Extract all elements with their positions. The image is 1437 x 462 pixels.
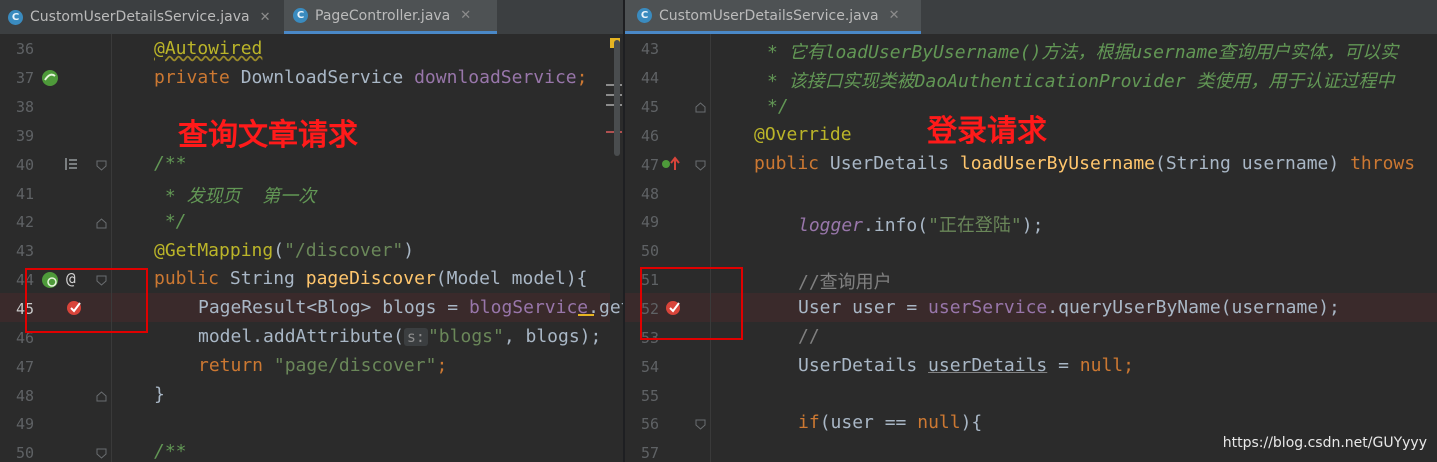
line-number: 47 (640, 156, 659, 174)
java-class-icon: C (8, 9, 23, 25)
line-number: 41 (15, 185, 34, 203)
tab-custom-user-details-service[interactable]: C CustomUserDetailsService.java ✕ (625, 0, 921, 34)
fold-marker-icon[interactable] (96, 160, 107, 171)
fold-marker-icon[interactable] (96, 448, 107, 459)
fold-marker-icon[interactable] (695, 160, 706, 171)
line-number: 39 (15, 127, 34, 145)
right-editor-pane: C CustomUserDetailsService.java ✕ 43 44 … (625, 0, 1437, 462)
line-number: 48 (640, 185, 659, 203)
line-number: 47 (15, 358, 34, 376)
code-line-40[interactable]: /** (154, 153, 187, 174)
line-number: 48 (15, 387, 34, 405)
code-line-46[interactable]: model.addAttribute(s: "blogs", blogs); (198, 326, 601, 347)
code-line-51[interactable]: //查询用户 (798, 268, 892, 294)
code-line-44[interactable]: * 该接口实现类被DaoAuthenticationProvider 类使用，用… (767, 67, 1394, 93)
line-number: 37 (15, 69, 34, 87)
line-number: 43 (15, 242, 34, 260)
code-line-45[interactable]: */ (767, 96, 789, 117)
line-number: 45 (640, 98, 659, 116)
line-number: 50 (640, 242, 659, 260)
line-number: 36 (15, 40, 34, 58)
annotation-box-right (640, 267, 743, 340)
watermark-text: https://blog.csdn.net/GUYyyy (1222, 435, 1427, 451)
line-number: 40 (15, 156, 34, 174)
close-tab-icon[interactable]: ✕ (889, 8, 900, 23)
code-line-54[interactable]: UserDetails userDetails = null; (798, 355, 1134, 376)
annotation-login-request: 登录请求 (927, 114, 1047, 149)
tab-label: PageController.java (315, 7, 451, 24)
line-number: 42 (15, 213, 34, 231)
vertical-scrollbar[interactable] (614, 40, 620, 156)
code-line-46[interactable]: @Override (754, 124, 852, 145)
line-number: 50 (15, 444, 34, 462)
tab-label: CustomUserDetailsService.java (659, 7, 879, 24)
annotation-box-left (25, 268, 148, 333)
code-line-36[interactable]: @Autowired (154, 38, 262, 59)
code-line-43[interactable]: @GetMapping("/discover") (154, 240, 414, 261)
line-number: 44 (640, 69, 659, 87)
cursor-caret-marker (578, 314, 594, 316)
code-line-37[interactable]: private DownloadService downloadService; (154, 67, 588, 88)
right-tab-bar: C CustomUserDetailsService.java ✕ (625, 0, 1437, 35)
code-line-47[interactable]: public UserDetails loadUserByUsername(St… (754, 153, 1415, 174)
override-method-icon[interactable] (661, 155, 681, 173)
fold-marker-icon[interactable] (96, 391, 107, 402)
line-number: 49 (640, 213, 659, 231)
tab-custom-user-details-service[interactable]: C CustomUserDetailsService.java ✕ (0, 0, 290, 34)
line-number: 57 (640, 444, 659, 462)
line-number: 38 (15, 98, 34, 116)
code-line-43[interactable]: * 它有loadUserByUsername()方法，根据username查询用… (767, 38, 1398, 64)
code-line-42[interactable]: */ (154, 211, 187, 232)
tab-label: CustomUserDetailsService.java (30, 9, 250, 25)
code-line-48[interactable]: } (154, 384, 165, 405)
line-number: 56 (640, 415, 659, 433)
java-class-icon: C (293, 8, 308, 23)
code-line-45[interactable]: PageResult<Blog> blogs = blogService.get… (198, 297, 624, 318)
line-number: 43 (640, 40, 659, 58)
tab-page-controller[interactable]: C PageController.java ✕ (284, 0, 497, 34)
line-number: 55 (640, 387, 659, 405)
code-line-47[interactable]: return "page/discover"; (198, 355, 447, 376)
code-line-49[interactable]: logger.info("正在登陆"); (798, 211, 1043, 237)
annotation-query-article: 查询文章请求 (178, 118, 358, 153)
java-class-icon: C (637, 8, 652, 23)
list-structure-icon (65, 158, 77, 170)
gutter-separator (710, 34, 711, 462)
left-tab-bar: C CustomUserDetailsService.java ✕ C Page… (0, 0, 624, 35)
line-number: 54 (640, 358, 659, 376)
fold-marker-icon[interactable] (695, 102, 706, 113)
code-line-52[interactable]: User user = userService.queryUserByName(… (798, 297, 1340, 318)
gutter-separator (111, 34, 112, 462)
close-tab-icon[interactable]: ✕ (260, 10, 271, 25)
fold-marker-icon[interactable] (695, 419, 706, 430)
close-tab-icon[interactable]: ✕ (460, 8, 471, 23)
code-line-44[interactable]: public String pageDiscover(Model model){ (154, 268, 588, 289)
spring-bean-icon[interactable] (40, 68, 60, 88)
line-number: 49 (15, 415, 34, 433)
code-line-50[interactable]: /** (154, 441, 187, 462)
line-number: 46 (640, 127, 659, 145)
code-line-53[interactable]: // (798, 326, 820, 347)
fold-marker-icon[interactable] (96, 218, 107, 229)
code-line-41[interactable]: * 发现页 第一次 (154, 182, 316, 208)
code-line-56[interactable]: if(user == null){ (798, 412, 982, 433)
left-editor-pane: C CustomUserDetailsService.java ✕ C Page… (0, 0, 624, 462)
parameter-hint: s: (403, 328, 428, 346)
